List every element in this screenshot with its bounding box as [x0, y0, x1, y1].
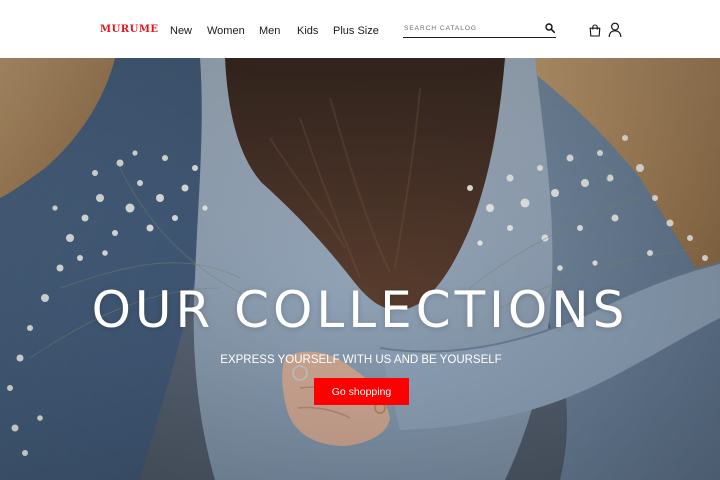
page: MURUME New Women Men Kids Plus Size SEAR… — [0, 0, 720, 480]
nav-item-plus-size[interactable]: Plus Size — [333, 24, 379, 38]
shopping-bag-icon[interactable] — [589, 24, 601, 37]
hero-banner: OUR COLLECTIONS EXPRESS YOURSELF WITH US… — [0, 58, 720, 480]
hero-title: OUR COLLECTIONS — [91, 281, 629, 339]
search-icon[interactable] — [545, 23, 555, 33]
go-shopping-button[interactable]: Go shopping — [314, 378, 409, 405]
search-input[interactable] — [404, 21, 534, 35]
search-bar — [403, 20, 556, 38]
user-icon[interactable] — [608, 22, 622, 37]
brand-logo[interactable]: MURUME — [100, 24, 159, 36]
hero-image — [0, 58, 720, 480]
nav-item-kids[interactable]: Kids — [297, 24, 318, 38]
hero-subtitle: EXPRESS YOURSELF WITH US AND BE YOURSELF — [220, 354, 502, 366]
nav-item-men[interactable]: Men — [259, 24, 280, 38]
nav-item-new[interactable]: New — [170, 24, 192, 38]
nav-item-women[interactable]: Women — [207, 24, 245, 38]
site-header: MURUME New Women Men Kids Plus Size — [0, 0, 720, 58]
